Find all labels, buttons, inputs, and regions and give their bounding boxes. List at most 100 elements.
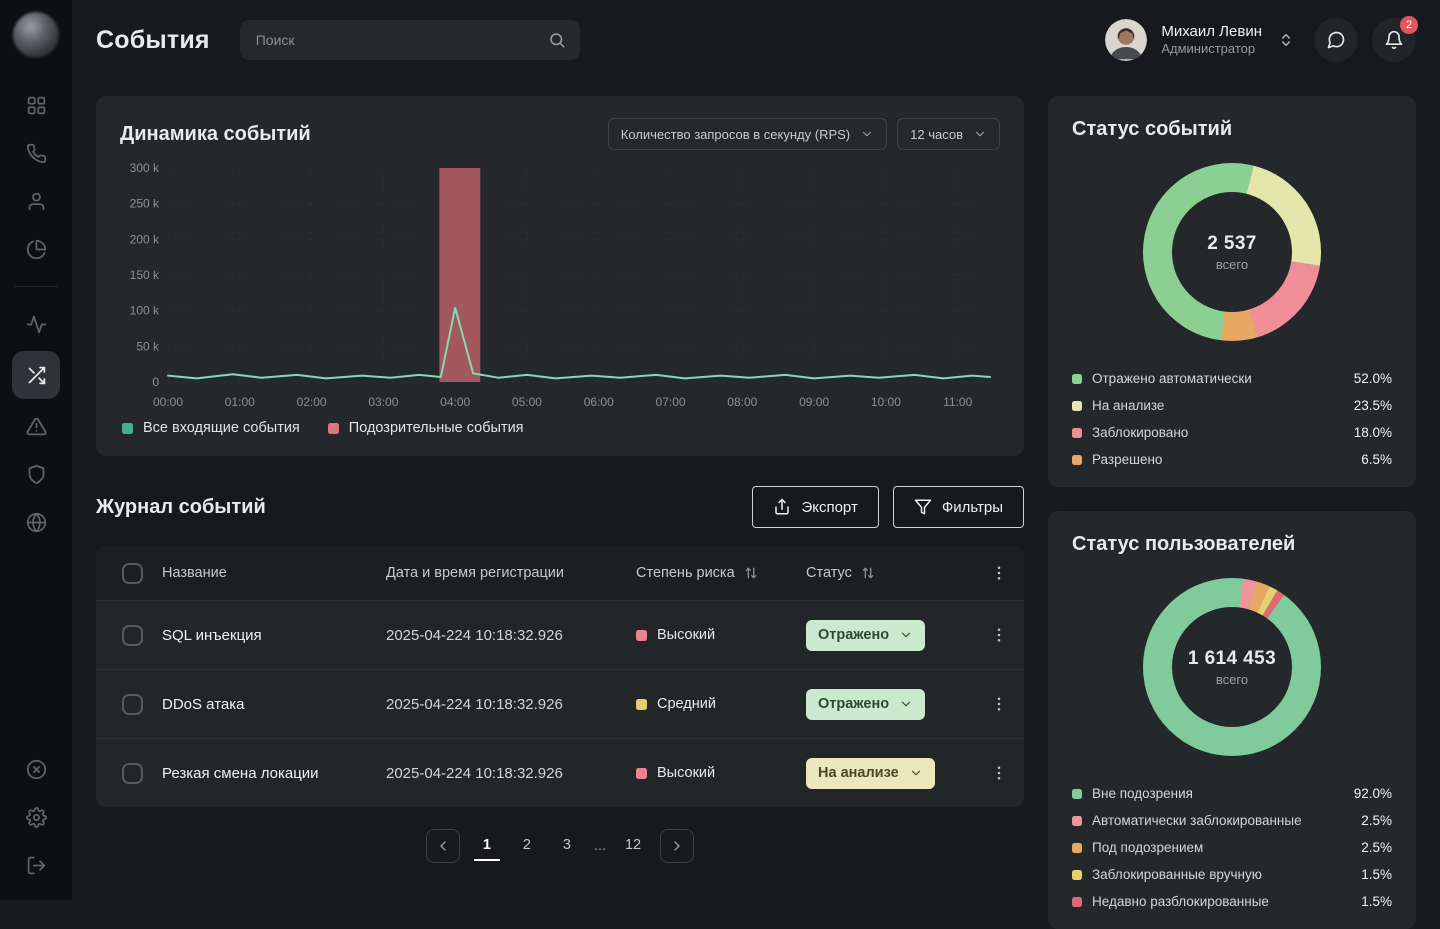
user-name: Михаил Левин — [1161, 23, 1262, 42]
search-input[interactable] — [240, 20, 580, 60]
log-out-icon — [26, 855, 47, 876]
notifications-button[interactable]: 2 — [1372, 18, 1416, 62]
sidebar-bottom-nav — [12, 748, 60, 886]
dynamics-selects: Количество запросов в секунду (RPS) 12 ч… — [608, 118, 1000, 150]
table-row: DDoS атака2025-04-224 10:18:32.926Средни… — [96, 669, 1024, 738]
event-datetime: 2025-04-224 10:18:32.926 — [386, 765, 636, 782]
pagination-prev[interactable] — [426, 829, 460, 863]
column-risk[interactable]: Степень риска — [636, 565, 806, 581]
legend-label: Автоматически заблокированные — [1092, 813, 1302, 828]
user-role: Администратор — [1161, 41, 1262, 57]
sidebar-item-settings[interactable] — [12, 796, 60, 838]
legend-value: 6.5% — [1361, 452, 1392, 467]
sort-icon — [743, 565, 759, 581]
period-select-value: 12 часов — [910, 127, 963, 142]
sidebar-item-phone[interactable] — [12, 132, 60, 174]
svg-text:04:00: 04:00 — [440, 395, 470, 409]
svg-text:150 k: 150 k — [130, 268, 160, 282]
status-legend-item: Отражено автоматически52.0% — [1072, 371, 1392, 386]
row-kebab-menu-icon[interactable] — [990, 764, 1008, 782]
period-select[interactable]: 12 часов — [897, 118, 1000, 150]
legend-swatch — [1072, 789, 1082, 799]
log-title: Журнал событий — [96, 496, 266, 519]
legend-label: Разрешено — [1092, 452, 1162, 467]
row-checkbox[interactable] — [122, 763, 143, 784]
legend-label: Вне подозрения — [1092, 786, 1193, 801]
bell-icon — [1384, 30, 1404, 50]
app: События Михаил Левин Администратор — [0, 0, 1440, 900]
sidebar-item-x-circle[interactable] — [12, 748, 60, 790]
pagination-page-2[interactable]: 2 — [514, 831, 540, 861]
column-status-label: Статус — [806, 565, 852, 581]
user-meta[interactable]: Михаил Левин Администратор — [1161, 23, 1262, 58]
legend-swatch — [122, 423, 133, 434]
status-legend-item: Разрешено 6.5% — [1072, 452, 1392, 467]
svg-text:06:00: 06:00 — [584, 395, 614, 409]
legend-value: 23.5% — [1354, 398, 1392, 413]
row-checkbox[interactable] — [122, 694, 143, 715]
grid-icon — [26, 95, 47, 116]
row-kebab-menu-icon[interactable] — [990, 695, 1008, 713]
metric-select[interactable]: Количество запросов в секунду (RPS) — [608, 118, 887, 150]
sidebar-item-globe[interactable] — [12, 501, 60, 543]
select-all-checkbox[interactable] — [122, 563, 143, 584]
pagination-page-3[interactable]: 3 — [554, 831, 580, 861]
table-kebab-menu-icon[interactable] — [990, 564, 1008, 582]
pagination-page-12[interactable]: 12 — [620, 831, 646, 861]
legend-label: На анализе — [1092, 398, 1164, 413]
sidebar-item-activity[interactable] — [12, 303, 60, 345]
svg-text:03:00: 03:00 — [368, 395, 398, 409]
filter-icon — [914, 498, 932, 516]
export-button[interactable]: Экспорт — [752, 486, 878, 528]
svg-text:10:00: 10:00 — [871, 395, 901, 409]
legend-label: Подозрительные события — [349, 420, 524, 436]
pagination-ellipsis: ... — [594, 838, 606, 854]
chevrons-up-down-icon[interactable] — [1278, 32, 1294, 48]
table-header-row: Название Дата и время регистрации Степен… — [96, 546, 1024, 600]
content: События Михаил Левин Администратор — [72, 0, 1440, 900]
column-datetime: Дата и время регистрации — [386, 565, 636, 581]
message-icon — [1326, 30, 1346, 50]
events-status-donut: 2 537 всего — [1143, 163, 1321, 341]
legend-label: Под подозрением — [1092, 840, 1203, 855]
legend-value: 92.0% — [1354, 786, 1392, 801]
pagination-page-1[interactable]: 1 — [474, 831, 500, 861]
pagination-next[interactable] — [660, 829, 694, 863]
row-kebab-menu-icon[interactable] — [990, 626, 1008, 644]
chevron-down-icon — [899, 628, 913, 642]
sidebar-item-log-out[interactable] — [12, 844, 60, 886]
svg-text:01:00: 01:00 — [225, 395, 255, 409]
sidebar-item-grid[interactable] — [12, 84, 60, 126]
main: Динамика событий Количество запросов в с… — [72, 80, 1440, 900]
svg-text:0: 0 — [152, 375, 159, 389]
globe-icon — [26, 512, 47, 533]
svg-text:07:00: 07:00 — [656, 395, 686, 409]
svg-text:08:00: 08:00 — [727, 395, 757, 409]
event-risk: Высокий — [636, 627, 806, 643]
status-dropdown[interactable]: На анализе — [806, 758, 935, 789]
x-circle-icon — [26, 759, 47, 780]
avatar[interactable] — [1105, 19, 1147, 61]
sidebar-item-pie-chart[interactable] — [12, 228, 60, 270]
sort-icon — [860, 565, 876, 581]
svg-text:300 k: 300 k — [130, 161, 160, 175]
users-total-caption: всего — [1216, 672, 1248, 687]
sidebar-item-shuffle[interactable] — [12, 351, 60, 399]
status-dropdown[interactable]: Отражено — [806, 689, 925, 720]
app-logo[interactable] — [13, 12, 59, 58]
svg-text:02:00: 02:00 — [297, 395, 327, 409]
user-icon — [26, 191, 47, 212]
search-box — [240, 20, 580, 60]
sidebar-item-shield[interactable] — [12, 453, 60, 495]
chevron-right-icon — [669, 838, 685, 854]
alert-triangle-icon — [26, 416, 47, 437]
topbar-right: Михаил Левин Администратор 2 — [1105, 18, 1416, 62]
column-status[interactable]: Статус — [806, 565, 960, 581]
filters-button[interactable]: Фильтры — [893, 486, 1024, 528]
sidebar-item-user[interactable] — [12, 180, 60, 222]
legend-label: Отражено автоматически — [1092, 371, 1252, 386]
sidebar-item-alert-triangle[interactable] — [12, 405, 60, 447]
status-dropdown[interactable]: Отражено — [806, 620, 925, 651]
messages-button[interactable] — [1314, 18, 1358, 62]
row-checkbox[interactable] — [122, 625, 143, 646]
